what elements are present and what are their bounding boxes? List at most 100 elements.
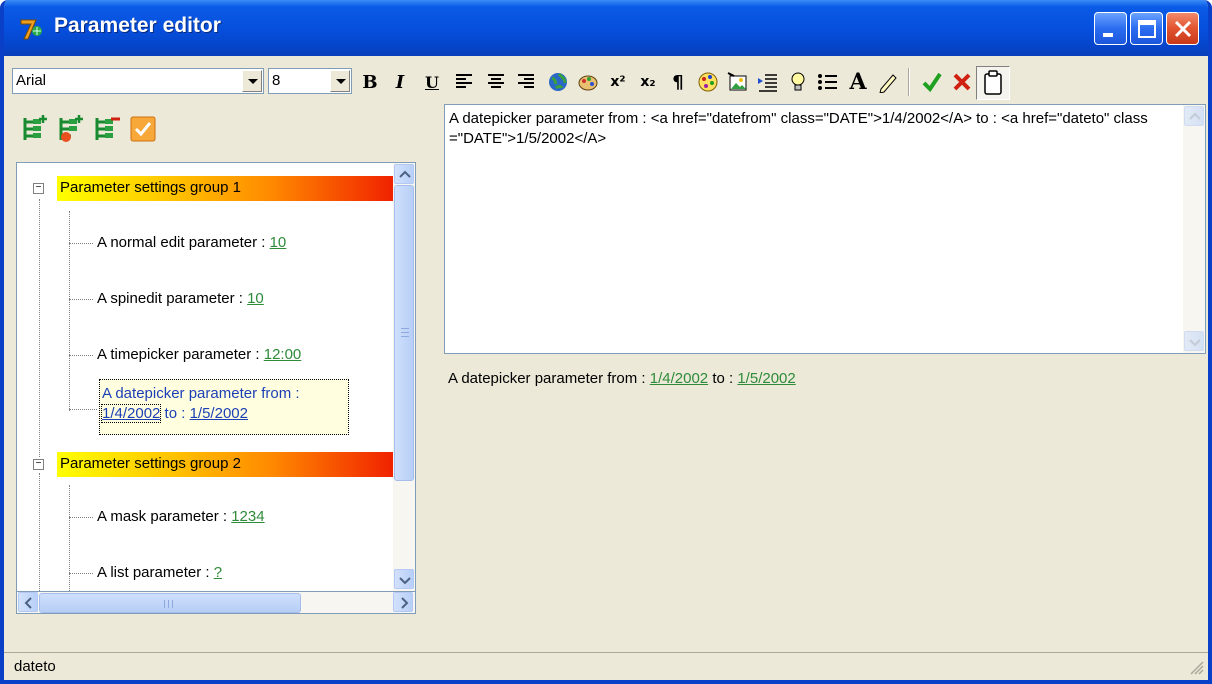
item-value-link[interactable]: 12:00 <box>264 346 302 363</box>
indent-button[interactable] <box>756 70 780 94</box>
chevron-down-icon <box>248 79 258 84</box>
app-logo-icon <box>20 19 42 40</box>
tree-connector <box>69 485 70 591</box>
scroll-right-button[interactable] <box>393 592 413 612</box>
font-name-dropdown-button[interactable] <box>242 70 262 92</box>
maximize-button[interactable] <box>1130 12 1163 45</box>
check-item-button[interactable] <box>128 114 158 144</box>
bold-button[interactable]: B <box>358 70 382 94</box>
scroll-thumb[interactable] <box>394 185 414 481</box>
scroll-left-button[interactable] <box>18 592 38 612</box>
thumb-grip <box>168 600 169 608</box>
scroll-down-button[interactable] <box>1184 331 1204 351</box>
editor-source-text[interactable]: A datepicker parameter from : <a href="d… <box>449 109 1171 149</box>
date-to-link[interactable]: 1/5/2002 <box>190 405 248 422</box>
tree-connector <box>39 473 40 591</box>
maximize-icon <box>1138 20 1156 38</box>
item-value-link[interactable]: ? <box>214 564 222 581</box>
italic-button[interactable]: I <box>388 70 412 94</box>
font-size-dropdown-button[interactable] <box>330 70 350 92</box>
palette-image-icon <box>578 75 598 91</box>
status-text: dateto <box>14 658 56 675</box>
thumb-grip <box>401 332 409 333</box>
background-image-button[interactable] <box>726 70 750 94</box>
html-source-editor[interactable]: A datepicker parameter from : <a href="d… <box>444 104 1206 354</box>
hint-button[interactable] <box>786 70 810 94</box>
insert-link-button[interactable] <box>546 70 570 94</box>
align-center-button[interactable] <box>484 70 508 94</box>
item-value-link[interactable]: 1234 <box>231 508 264 525</box>
tree-item-datepicker-selected[interactable]: A datepicker parameter from : 1/4/2002 t… <box>99 379 349 435</box>
font-size-value: 8 <box>272 72 281 89</box>
scroll-up-button[interactable] <box>394 164 414 184</box>
highlight-button[interactable] <box>876 70 900 94</box>
font-name-select[interactable]: Arial <box>12 68 264 94</box>
superscript-button[interactable]: x² <box>606 70 630 94</box>
tree-item-mask[interactable]: A mask parameter : 1234 <box>97 508 265 525</box>
tree-connector <box>69 355 93 356</box>
font-size-select[interactable]: 8 <box>268 68 352 94</box>
ok-button[interactable] <box>920 70 944 94</box>
editor-vertical-scrollbar[interactable] <box>1183 105 1205 353</box>
add-item-button[interactable] <box>20 114 50 144</box>
close-button[interactable] <box>1166 12 1199 45</box>
underline-button[interactable]: U <box>420 70 444 94</box>
date-from-link[interactable]: 1/4/2002 <box>100 404 162 423</box>
tree-horizontal-scrollbar[interactable] <box>16 592 416 614</box>
bullet-list-button[interactable] <box>816 70 840 94</box>
status-bar: dateto <box>4 652 1208 680</box>
subscript-button[interactable]: x₂ <box>636 70 660 94</box>
collapse-group-2-toggle[interactable]: − <box>33 459 44 470</box>
parameter-tree[interactable]: − Parameter settings group 1 A normal ed… <box>16 162 416 592</box>
align-left-button[interactable] <box>452 70 476 94</box>
align-right-icon <box>518 74 534 88</box>
delete-item-button[interactable] <box>92 114 122 144</box>
clipboard-toggle-button[interactable] <box>976 66 1010 100</box>
preview-prefix: A datepicker parameter from : <box>448 370 650 387</box>
tree-connector <box>69 517 93 518</box>
color-palette-icon <box>698 72 718 92</box>
tree-item-list[interactable]: A list parameter : ? <box>97 564 222 581</box>
tree-item-spinedit[interactable]: A spinedit parameter : 10 <box>97 290 264 307</box>
group-1-header[interactable]: Parameter settings group 1 <box>57 176 413 201</box>
minimize-icon <box>1103 33 1113 37</box>
color-palette-button[interactable] <box>696 70 720 94</box>
item-value-link[interactable]: 10 <box>247 290 264 307</box>
lightbulb-icon <box>791 72 805 91</box>
chevron-down-icon <box>1189 339 1201 347</box>
minimize-button[interactable] <box>1094 12 1127 45</box>
tree-connector <box>69 409 97 410</box>
chevron-down-icon <box>399 577 411 585</box>
preview-date-from-link[interactable]: 1/4/2002 <box>650 370 708 387</box>
resize-grip-icon[interactable] <box>1188 659 1204 675</box>
tree-item-timepicker[interactable]: A timepicker parameter : 12:00 <box>97 346 301 363</box>
collapse-group-1-toggle[interactable]: − <box>33 183 44 194</box>
tree-vertical-scrollbar[interactable] <box>393 163 415 591</box>
tree-item-normal-edit[interactable]: A normal edit parameter : 10 <box>97 234 286 251</box>
align-right-button[interactable] <box>514 70 538 94</box>
item-label: A normal edit parameter : <box>97 234 270 251</box>
chevron-right-icon <box>401 597 409 609</box>
add-subitem-button[interactable] <box>56 114 86 144</box>
html-preview: A datepicker parameter from : 1/4/2002 t… <box>448 370 796 387</box>
item-label: A datepicker parameter from : <box>102 385 300 402</box>
group-2-header[interactable]: Parameter settings group 2 <box>57 452 413 477</box>
cancel-button[interactable] <box>950 70 974 94</box>
scroll-thumb[interactable] <box>39 593 301 613</box>
chevron-up-icon <box>399 170 411 178</box>
font-name-value: Arial <box>16 72 47 89</box>
thumb-grip <box>164 600 165 608</box>
thumb-grip <box>401 336 409 337</box>
pencil-icon <box>879 74 897 93</box>
title-bar[interactable]: Parameter editor <box>4 0 1208 56</box>
font-style-button[interactable]: A <box>846 69 870 95</box>
preview-date-to-link[interactable]: 1/5/2002 <box>737 370 795 387</box>
insert-image-button[interactable] <box>576 70 600 94</box>
paragraph-button[interactable]: ¶ <box>666 70 690 94</box>
scroll-up-button[interactable] <box>1184 106 1204 126</box>
picture-icon <box>727 72 747 91</box>
checkmark-icon <box>922 72 942 93</box>
thumb-grip <box>401 328 409 329</box>
scroll-down-button[interactable] <box>394 569 414 589</box>
item-value-link[interactable]: 10 <box>270 234 287 251</box>
